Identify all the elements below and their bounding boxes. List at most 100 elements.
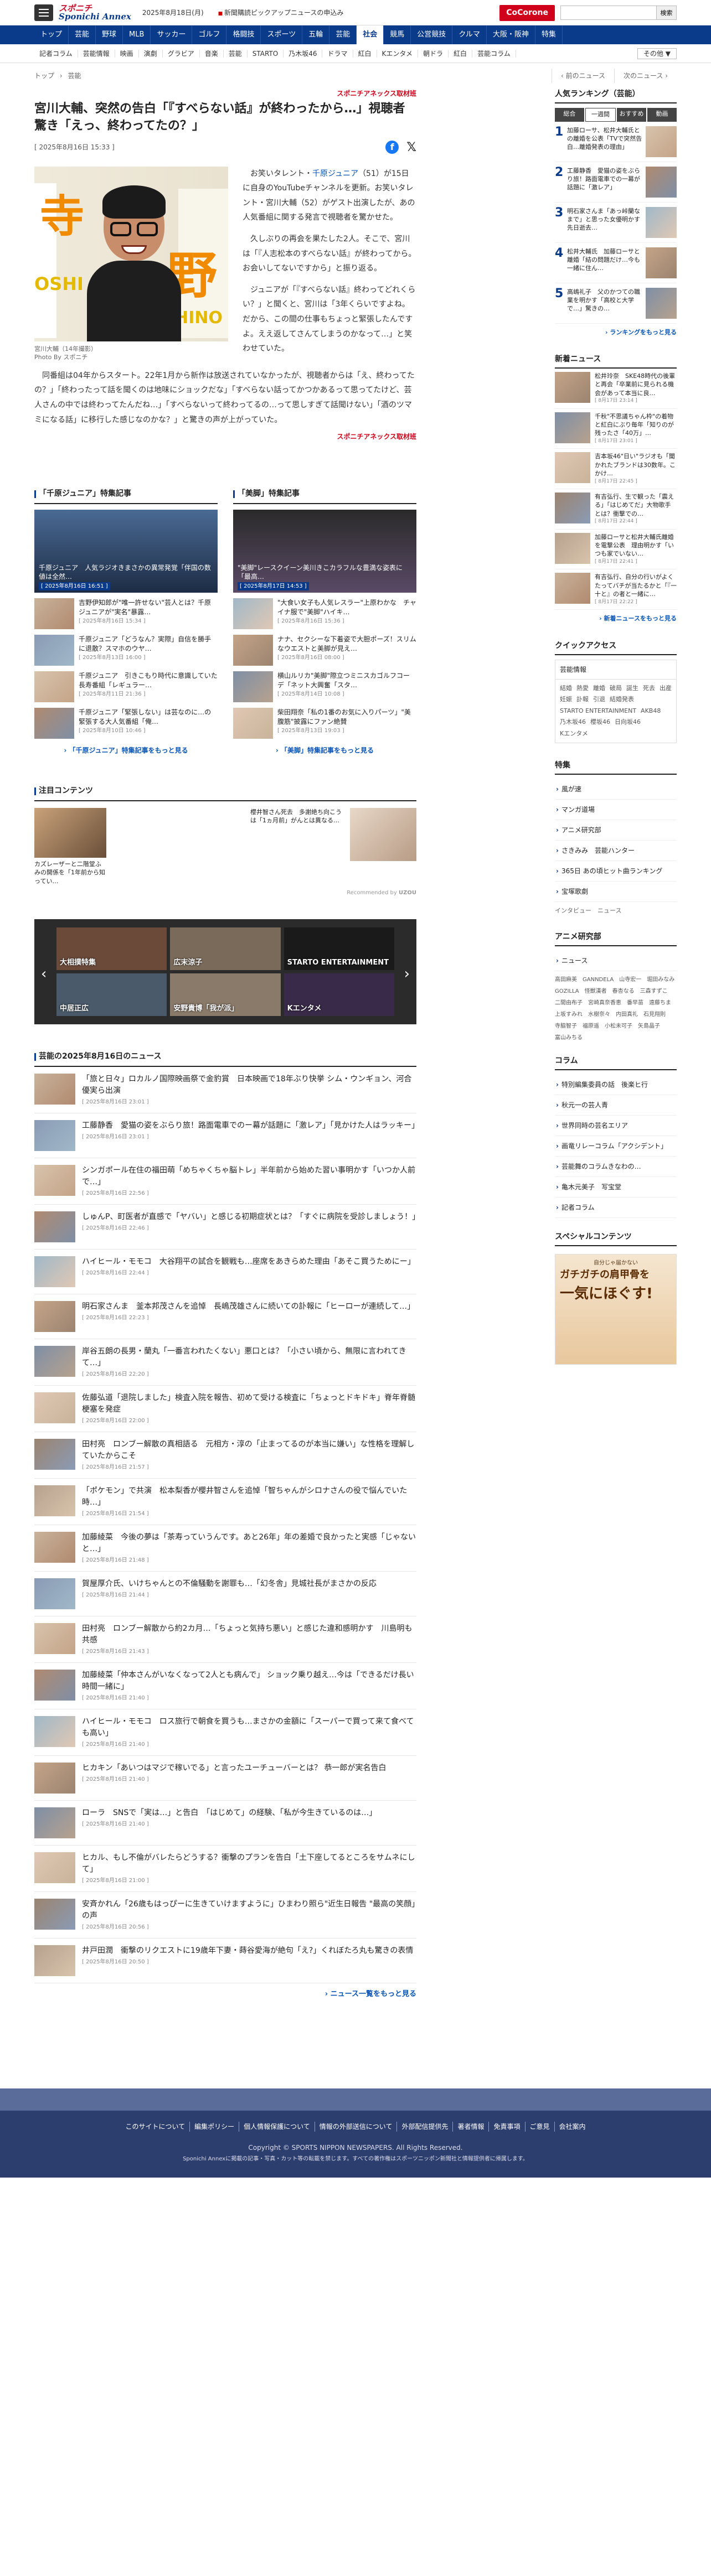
nav-item[interactable]: サッカー	[151, 25, 193, 44]
subnav-item[interactable]: 乃木坂46	[284, 50, 323, 58]
cocorone-banner[interactable]: CoCorone	[499, 4, 555, 21]
thumbnail-image[interactable]	[34, 1578, 75, 1610]
thumbnail-image[interactable]	[646, 287, 677, 319]
anime-tag[interactable]: 水樹奈々	[588, 1010, 610, 1019]
thumbnail-image[interactable]	[646, 206, 677, 238]
thumbnail-image[interactable]	[34, 1485, 75, 1517]
news-more-link[interactable]: ニュース一覧をもっと見る	[34, 1989, 416, 2000]
thumbnail-image[interactable]	[555, 412, 590, 443]
subnav-item[interactable]: 映画	[115, 50, 139, 58]
special-link[interactable]: 365日 あの頃ヒット曲ランキング	[555, 861, 677, 882]
thumbnail-image[interactable]	[233, 635, 273, 666]
subnav-item[interactable]: 芸能コラム	[472, 50, 516, 58]
thumbnail-image[interactable]	[34, 671, 74, 703]
quick-tag[interactable]: 誕生	[626, 684, 638, 693]
anime-tag[interactable]: 福原遥	[583, 1022, 599, 1030]
feature-article[interactable]: 横山ルリカ"美脚"際立つミニスカゴルフコーデ「ネット大興奮「スタ… [ 2025年…	[233, 671, 416, 703]
thumbnail-image[interactable]	[233, 708, 273, 739]
special-link[interactable]: 風が速	[555, 779, 677, 800]
thumbnail-image[interactable]	[646, 166, 677, 198]
feature-main-card[interactable]: "美脚"レースクイーン美川きこカラフルな豊満な姿表に「最高…[ 2025年8月1…	[233, 510, 416, 593]
subnav-item[interactable]: 演劇	[139, 50, 163, 58]
anime-tag[interactable]: 堀田みなみ	[647, 976, 674, 984]
thumbnail-image[interactable]	[555, 452, 590, 484]
ranking-tab[interactable]: 総合	[555, 108, 584, 122]
thumbnail-image[interactable]	[34, 1763, 75, 1794]
quick-tag[interactable]: 出産	[660, 684, 672, 693]
quick-tag[interactable]: 訃報	[576, 695, 589, 704]
thumbnail-image[interactable]	[555, 372, 590, 403]
anime-tag[interactable]: 石見翔則	[643, 1010, 666, 1019]
anime-tag[interactable]: 富山みちる	[555, 1034, 583, 1042]
nav-item[interactable]: 格闘技	[226, 25, 261, 44]
new-news-item[interactable]: 有吉弘行、自分の行いがよくたってバチが当たるかと「『一十と』の者と一緒に…[ 8…	[555, 569, 677, 610]
anime-tag[interactable]: 二間由布子	[555, 999, 583, 1007]
quick-tag[interactable]: 日向坂46	[615, 718, 641, 727]
footer-link[interactable]: ご意見	[525, 2121, 555, 2132]
feature-article[interactable]: 吉野伊知郎が"唯一許せない"芸人とは？千原ジュニアが"実名"暴露… [ 2025年…	[34, 598, 218, 630]
new-news-item[interactable]: 有吉弘行、生で観った「震える」「はじめてだ」大物歌手とは？衝撃での… [ 8月17…	[555, 489, 677, 530]
search-button[interactable]: 検索	[656, 6, 676, 19]
thumbnail-image[interactable]	[34, 1211, 75, 1243]
carousel-item[interactable]: Kエンタメ	[284, 973, 394, 1017]
quick-tag[interactable]: 櫻坂46	[590, 718, 610, 727]
interview-link[interactable]: インタビュー ニュース	[555, 902, 677, 920]
attention-card[interactable]: 櫻井智さん死去 多謝絶ち向こうは「1ヵ月前」がんとは異なる…	[250, 808, 416, 885]
ranking-item[interactable]: 4 松井大輔氏 加藤ローサと離婚「結の問題だけ…今も一緒に住ん…	[555, 243, 677, 283]
column-link[interactable]: 世界同時の芸名エリア	[555, 1116, 677, 1136]
anime-tag[interactable]: 矢島晶子	[638, 1022, 660, 1030]
thumbnail-image[interactable]	[34, 1807, 75, 1839]
anime-tag[interactable]: 山寺宏一	[619, 976, 641, 984]
anime-tag[interactable]: 小松未可子	[605, 1022, 632, 1030]
thumbnail-image[interactable]	[34, 1670, 75, 1701]
quick-tag[interactable]: 妊娠	[560, 695, 572, 704]
news-list-item[interactable]: ヒカキン「あいつはマジで稼いでる」と言ったユーチューバーとは？ 恭一郎が実名告白…	[34, 1756, 416, 1801]
thumbnail-image[interactable]	[34, 635, 74, 666]
thumbnail-image[interactable]	[646, 126, 677, 157]
quick-tag[interactable]: 死去	[643, 684, 655, 693]
news-list-item[interactable]: ハイヒール・モモコ ロス旅行で朝食を買うも…まさかの金額に「スーパーで買って来て…	[34, 1709, 416, 1756]
new-news-more-link[interactable]: 新着ニュースをもっと見る	[555, 614, 677, 624]
subnav-item[interactable]: 芸能情報	[78, 50, 115, 58]
thumbnail-image[interactable]	[34, 1532, 75, 1563]
anime-tag[interactable]: 寺脇智子	[555, 1022, 577, 1030]
feature-main-card[interactable]: 千原ジュニア 人気ラジオきまさかの異常発覚「伴国の数値は全然…[ 2025年8月…	[34, 510, 218, 593]
news-list-item[interactable]: ローラ SNSで「実は…」と告白 「はじめて」の経験、「私が今生きているのは…」…	[34, 1801, 416, 1846]
news-list-item[interactable]: 「旅と日々」ロカルノ国際映画祭で金豹賞 日本映画で18年ぶり快挙 シム・ウンギョ…	[34, 1067, 416, 1114]
carousel-item[interactable]: STARTO ENTERTAINMENT	[284, 927, 394, 971]
quick-tag[interactable]: 引退	[593, 695, 605, 704]
news-list-item[interactable]: ハイヒール・モモコ 大谷翔平の試合を観戦も…座席をあきらめた理由「あそこ買うため…	[34, 1250, 416, 1295]
advertisement-banner[interactable]: 自分じゃ届かない ガチガチの肩甲骨を 一気にほぐす!	[555, 1253, 677, 1365]
thumbnail-image[interactable]	[34, 1346, 75, 1377]
ranking-tab[interactable]: 動画	[647, 108, 677, 122]
feature-article[interactable]: ナナ、セクシーな下着姿で大胆ポーズ！スリムなウエストと美脚が見え… [ 2025年…	[233, 635, 416, 666]
news-list-item[interactable]: 明石家さんま 釜本邦茂さんを追悼 長嶋茂雄さんに続いての訃報に「ヒーローが連続し…	[34, 1294, 416, 1340]
quick-tag[interactable]: AKB48	[641, 707, 661, 716]
news-list-item[interactable]: シンガポール在住の福田萌「めちゃくちゃ脳トレ」半年前から始めた習い事明かす「いつ…	[34, 1158, 416, 1205]
news-list-item[interactable]: 田村亮 ロンブー解散の真相語る 元相方・淳の「止まってるのが本当に嫌い」な性格を…	[34, 1432, 416, 1479]
news-list-item[interactable]: ヒカル、もし不倫がバレたらどうする？衝撃のプランを告白「土下座してるところをサム…	[34, 1846, 416, 1893]
thumbnail-image[interactable]	[34, 1392, 75, 1424]
footer-link[interactable]: 外部配信提供先	[397, 2121, 454, 2132]
thumbnail-image[interactable]	[34, 1256, 75, 1288]
footer-link[interactable]: 個人情報保護について	[239, 2121, 315, 2132]
breadcrumb-category[interactable]: 芸能	[68, 72, 81, 80]
news-list-item[interactable]: 井戸田潤 衝撃のリクエストに19歳年下妻・蒔谷愛海が絶句「え?」くれぼたろ丸も驚…	[34, 1939, 416, 1984]
new-news-item[interactable]: 千秋"不思議ちゃん枠"の着物と紅白にぶり毎年「知りのが残ったさ「40万」…[ 8…	[555, 409, 677, 449]
anime-tag[interactable]: 春杏なる	[612, 987, 635, 996]
news-list-item[interactable]: しゅんP、町医者が直感で「ヤバい」と感じる初期症状とは？「すぐに病院を受診しまし…	[34, 1205, 420, 1250]
quick-tag[interactable]: Kエンタメ	[560, 729, 588, 739]
article-source-bottom[interactable]: スポニチアネックス取材班	[34, 432, 416, 442]
news-list-item[interactable]: 岸谷五朗の長男・蘭丸「一番言われたくない」悪口とは？「小さい頃から、無限に言われ…	[34, 1339, 416, 1386]
search-input[interactable]	[561, 6, 656, 19]
carousel-item[interactable]: 中居正広	[56, 973, 167, 1017]
thumbnail-image[interactable]	[233, 671, 273, 703]
menu-button[interactable]	[34, 4, 53, 21]
nav-item[interactable]: 五輪	[302, 25, 330, 44]
quick-tag[interactable]: 結婚	[560, 684, 572, 693]
feature-more-link[interactable]: 「千原ジュニア」特集記事をもっと見る	[34, 745, 218, 755]
anime-tag[interactable]: GANNDELA	[583, 976, 614, 984]
special-link[interactable]: さきみみ 芸能ハンター	[555, 841, 677, 862]
quick-tag[interactable]: 離婚	[593, 684, 605, 693]
carousel-next-icon[interactable]: ›	[404, 963, 410, 985]
